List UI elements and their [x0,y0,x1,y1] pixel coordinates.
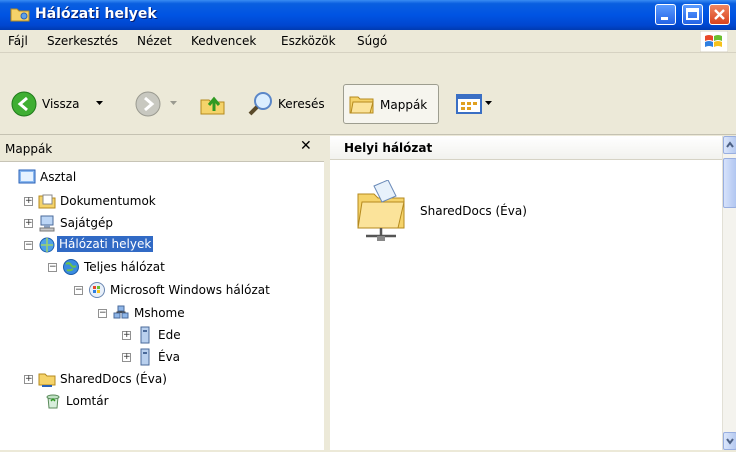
folders-icon [349,96,374,114]
folders-label: Mappák [380,98,428,112]
view-grid-icon [456,94,482,114]
expand-icon[interactable]: + [122,331,131,340]
tree-label-my-computer: Sajátgép [60,216,113,230]
menu-tools[interactable]: Eszközök [281,34,336,48]
scroll-thumb[interactable] [723,158,736,208]
maximize-button[interactable] [682,4,703,25]
workgroup-icon [113,305,129,319]
menu-bar: Fájl Szerkesztés Nézet Kedvencek Eszközö… [0,30,736,53]
search-button[interactable]: Keresés [246,90,336,118]
folders-pane-close-icon[interactable]: ✕ [300,138,312,154]
scroll-up-button[interactable] [723,136,736,154]
up-folder-icon [200,96,225,115]
group-header-title: Helyi hálózat [344,141,433,155]
documents-folder-icon [38,194,56,209]
group-header: Helyi hálózat [330,136,722,160]
vertical-scrollbar[interactable] [722,136,736,450]
shareddocs-item-label: SharedDocs (Éva) [420,204,527,218]
forward-dropdown-icon[interactable] [170,101,177,107]
folders-pane-header: Mappák ✕ [0,136,324,162]
menu-edit[interactable]: Szerkesztés [47,34,118,48]
minimize-button[interactable] [655,4,676,25]
windows-logo-icon [700,31,728,52]
tree-label-ede: Ede [158,328,181,342]
back-button[interactable]: Vissza [10,90,120,118]
menu-view[interactable]: Nézet [137,34,172,48]
scroll-down-button[interactable] [723,432,736,450]
forward-button[interactable] [134,90,182,118]
tree-label-network-places: Hálózati helyek [57,236,154,252]
tree-label-mshome: Mshome [134,306,185,320]
views-button[interactable] [455,92,499,118]
window-title: Hálózati helyek [35,6,157,22]
search-label: Keresés [278,97,325,111]
toolbar: Vissza Keresés Mappák [0,54,736,135]
close-button[interactable] [709,4,730,25]
recycle-bin-icon [46,394,60,409]
chevron-up-icon [726,141,734,148]
menu-file[interactable]: Fájl [8,34,28,48]
shareddocs-item[interactable]: SharedDocs (Éva) [354,180,554,244]
tree-label-documents: Dokumentumok [60,194,156,208]
computer-icon [140,326,150,344]
collapse-icon[interactable]: − [48,263,57,272]
minimize-icon [661,17,668,20]
menu-help[interactable]: Súgó [357,34,387,48]
back-label: Vissza [42,97,80,111]
tree-label-windows-network: Microsoft Windows hálózat [110,283,270,297]
tree-label-recycle-bin: Lomtár [66,394,109,408]
tree-label-eva: Éva [158,350,181,364]
up-folder-button[interactable] [198,90,234,118]
network-share-folder-icon [357,180,405,241]
view-dropdown-icon[interactable] [485,101,492,107]
expand-icon[interactable]: + [24,219,33,228]
forward-arrow-icon [135,91,161,117]
network-folder-icon [10,8,30,22]
globe-icon [63,259,79,275]
tree-label-entire-network: Teljes hálózat [84,260,165,274]
collapse-icon[interactable]: − [24,241,33,250]
expand-icon[interactable]: + [24,375,33,384]
maximize-icon [686,8,699,20]
collapse-icon[interactable]: − [74,286,83,295]
tree-label-shareddocs: SharedDocs (Éva) [60,372,167,386]
search-icon [248,92,272,116]
close-icon [714,9,725,20]
folders-button[interactable]: Mappák [343,84,439,124]
folders-pane-title: Mappák [5,142,53,156]
expand-icon[interactable]: + [24,197,33,206]
collapse-icon[interactable]: − [98,309,107,318]
windows-network-icon [89,282,105,298]
menu-favorites[interactable]: Kedvencek [191,34,256,48]
shared-folder-icon [38,373,56,387]
tree-label-desktop: Asztal [40,170,77,184]
chevron-down-icon [726,438,734,445]
desktop-icon [18,169,36,184]
back-arrow-icon [11,91,37,117]
content-pane: Helyi hálózat SharedDocs (Éva) [330,136,722,450]
computer-icon [140,348,150,366]
expand-icon[interactable]: + [122,353,131,362]
folders-pane: Mappák ✕ Asztal + Dokumentumok + Sajátgé… [0,136,327,450]
computer-icon [39,215,55,232]
network-places-icon [39,237,55,253]
title-bar: Hálózati helyek [0,0,736,30]
back-dropdown-icon[interactable] [96,101,103,107]
